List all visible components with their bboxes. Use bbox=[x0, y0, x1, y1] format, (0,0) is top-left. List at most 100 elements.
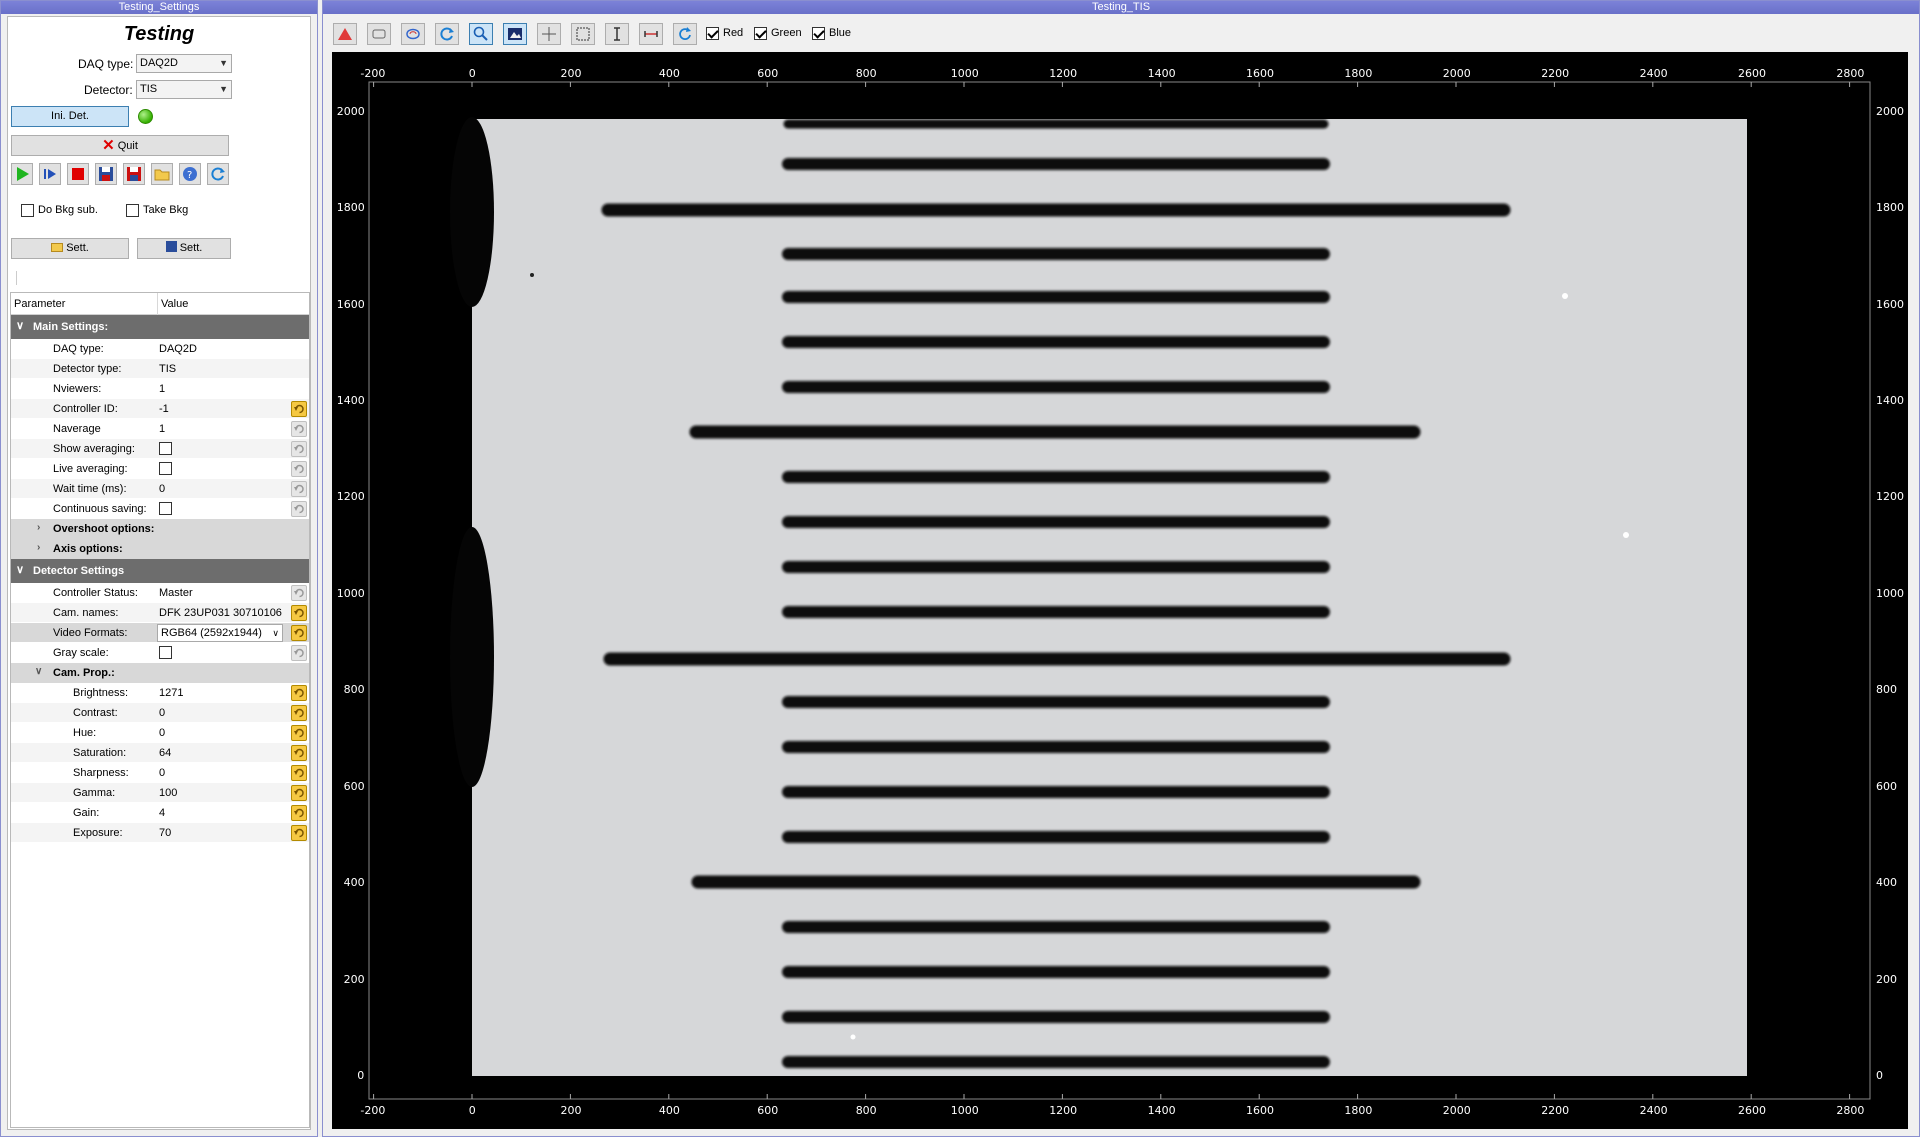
chevron-down-icon[interactable]: ∨ bbox=[16, 319, 24, 332]
column-parameter[interactable]: Parameter bbox=[14, 298, 65, 310]
save-settings-button[interactable]: Sett. bbox=[137, 238, 231, 259]
horizontal-measure-button[interactable] bbox=[639, 23, 663, 45]
reset-default-button[interactable] bbox=[291, 745, 307, 761]
y-tick-left: 1800 bbox=[336, 201, 365, 215]
refresh-icon bbox=[440, 27, 454, 41]
image-canvas[interactable] bbox=[332, 52, 1908, 1129]
parameter-tree[interactable]: Parameter Value ∨ Main Settings: DAQ typ… bbox=[10, 292, 310, 1128]
save-current-button[interactable] bbox=[123, 163, 145, 185]
help-button[interactable]: ? bbox=[179, 163, 201, 185]
zoom-button[interactable] bbox=[469, 23, 493, 45]
crosshair-button[interactable] bbox=[537, 23, 561, 45]
param-value[interactable]: 0 bbox=[159, 707, 165, 719]
edge-shadow-top bbox=[450, 117, 494, 307]
take-bkg-checkbox[interactable] bbox=[126, 204, 139, 217]
reset-default-button[interactable] bbox=[291, 421, 307, 437]
gray-scale-checkbox[interactable] bbox=[159, 646, 172, 659]
param-value[interactable]: 1 bbox=[159, 383, 165, 395]
tree-row-gray-scale: Gray scale: bbox=[11, 643, 309, 663]
chevron-down-icon[interactable]: ∨ bbox=[16, 563, 24, 576]
roi-button[interactable] bbox=[367, 23, 391, 45]
param-value[interactable]: -1 bbox=[159, 403, 169, 415]
param-value[interactable]: 70 bbox=[159, 827, 171, 839]
axis-options-group[interactable]: › Axis options: bbox=[11, 539, 309, 559]
detector-select[interactable]: TIS ▼ bbox=[136, 80, 232, 99]
undo-icon bbox=[294, 688, 304, 698]
undo-icon bbox=[294, 728, 304, 738]
param-value[interactable]: Master bbox=[159, 587, 193, 599]
reset-default-button[interactable] bbox=[291, 501, 307, 517]
stop-button[interactable] bbox=[67, 163, 89, 185]
column-value[interactable]: Value bbox=[161, 298, 188, 310]
grab-button[interactable] bbox=[11, 163, 33, 185]
settings-dock-title[interactable]: Testing_Settings bbox=[1, 1, 317, 14]
column-divider[interactable] bbox=[157, 293, 158, 315]
reset-default-button[interactable] bbox=[291, 725, 307, 741]
quit-button[interactable]: ✕ Quit bbox=[11, 135, 229, 156]
reset-default-button[interactable] bbox=[291, 805, 307, 821]
splitter-handle[interactable] bbox=[16, 271, 17, 285]
load-settings-button[interactable]: Sett. bbox=[11, 238, 129, 259]
reset-default-button[interactable] bbox=[291, 461, 307, 477]
reset-default-button[interactable] bbox=[291, 401, 307, 417]
ini-det-button[interactable]: Ini. Det. bbox=[11, 106, 129, 127]
save-icon bbox=[99, 167, 113, 181]
daq-type-select[interactable]: DAQ2D ▼ bbox=[136, 54, 232, 73]
vertical-measure-button[interactable] bbox=[605, 23, 629, 45]
reset-default-button[interactable] bbox=[291, 825, 307, 841]
param-value[interactable]: DAQ2D bbox=[159, 343, 197, 355]
save-button[interactable] bbox=[95, 163, 117, 185]
param-value[interactable]: 1 bbox=[159, 423, 165, 435]
reset-default-button[interactable] bbox=[291, 785, 307, 801]
cam-prop-group[interactable]: ∨ Cam. Prop.: bbox=[11, 663, 309, 683]
x-tick-bottom: 200 bbox=[560, 1104, 582, 1117]
main-settings-group[interactable]: ∨ Main Settings: bbox=[11, 315, 309, 339]
x-tick-bottom: 2400 bbox=[1639, 1104, 1668, 1117]
continuous-saving-checkbox[interactable] bbox=[159, 502, 172, 515]
chevron-right-icon[interactable]: › bbox=[37, 522, 40, 533]
video-formats-value: RGB64 (2592x1944) bbox=[161, 627, 262, 639]
isocurve-button[interactable] bbox=[401, 23, 425, 45]
param-value[interactable]: TIS bbox=[159, 363, 176, 375]
histogram-button[interactable] bbox=[333, 23, 357, 45]
param-value[interactable]: 0 bbox=[159, 767, 165, 779]
param-value[interactable]: 64 bbox=[159, 747, 171, 759]
reset-default-button[interactable] bbox=[291, 645, 307, 661]
param-value[interactable]: DFK 23UP031 30710106 bbox=[159, 607, 282, 619]
reset-default-button[interactable] bbox=[291, 705, 307, 721]
reset-default-button[interactable] bbox=[291, 625, 307, 641]
param-value[interactable]: 0 bbox=[159, 483, 165, 495]
x-tick-bottom: 2200 bbox=[1541, 1104, 1570, 1117]
red-channel-checkbox[interactable] bbox=[706, 27, 719, 40]
chevron-right-icon[interactable]: › bbox=[37, 542, 40, 553]
reset-default-button[interactable] bbox=[291, 685, 307, 701]
rotate-button[interactable] bbox=[673, 23, 697, 45]
param-value[interactable]: 1271 bbox=[159, 687, 183, 699]
blue-channel-checkbox[interactable] bbox=[812, 27, 825, 40]
open-button[interactable] bbox=[151, 163, 173, 185]
image-viewer[interactable]: -200 0 200 400 600 800 1000 1200 1400 1600 1800 200… bbox=[332, 52, 1908, 1129]
green-channel-checkbox[interactable] bbox=[754, 27, 767, 40]
param-value[interactable]: 100 bbox=[159, 787, 177, 799]
refresh-button[interactable] bbox=[207, 163, 229, 185]
do-bkg-checkbox[interactable] bbox=[21, 204, 34, 217]
overshoot-options-group[interactable]: › Overshoot options: bbox=[11, 519, 309, 539]
reset-default-button[interactable] bbox=[291, 481, 307, 497]
auto-levels-button[interactable] bbox=[435, 23, 459, 45]
reset-default-button[interactable] bbox=[291, 441, 307, 457]
undo-icon bbox=[294, 464, 304, 474]
show-averaging-checkbox[interactable] bbox=[159, 442, 172, 455]
reset-default-button[interactable] bbox=[291, 585, 307, 601]
param-value[interactable]: 0 bbox=[159, 727, 165, 739]
live-averaging-checkbox[interactable] bbox=[159, 462, 172, 475]
reset-default-button[interactable] bbox=[291, 605, 307, 621]
chevron-down-icon[interactable]: ∨ bbox=[35, 666, 42, 677]
detector-settings-group[interactable]: ∨ Detector Settings bbox=[11, 559, 309, 583]
select-rect-button[interactable] bbox=[571, 23, 595, 45]
image-aspect-button[interactable] bbox=[503, 23, 527, 45]
viewer-dock-title[interactable]: Testing_TIS bbox=[323, 1, 1919, 14]
reset-default-button[interactable] bbox=[291, 765, 307, 781]
video-formats-select[interactable]: RGB64 (2592x1944) ∨ bbox=[157, 624, 283, 642]
single-grab-button[interactable] bbox=[39, 163, 61, 185]
param-value[interactable]: 4 bbox=[159, 807, 165, 819]
